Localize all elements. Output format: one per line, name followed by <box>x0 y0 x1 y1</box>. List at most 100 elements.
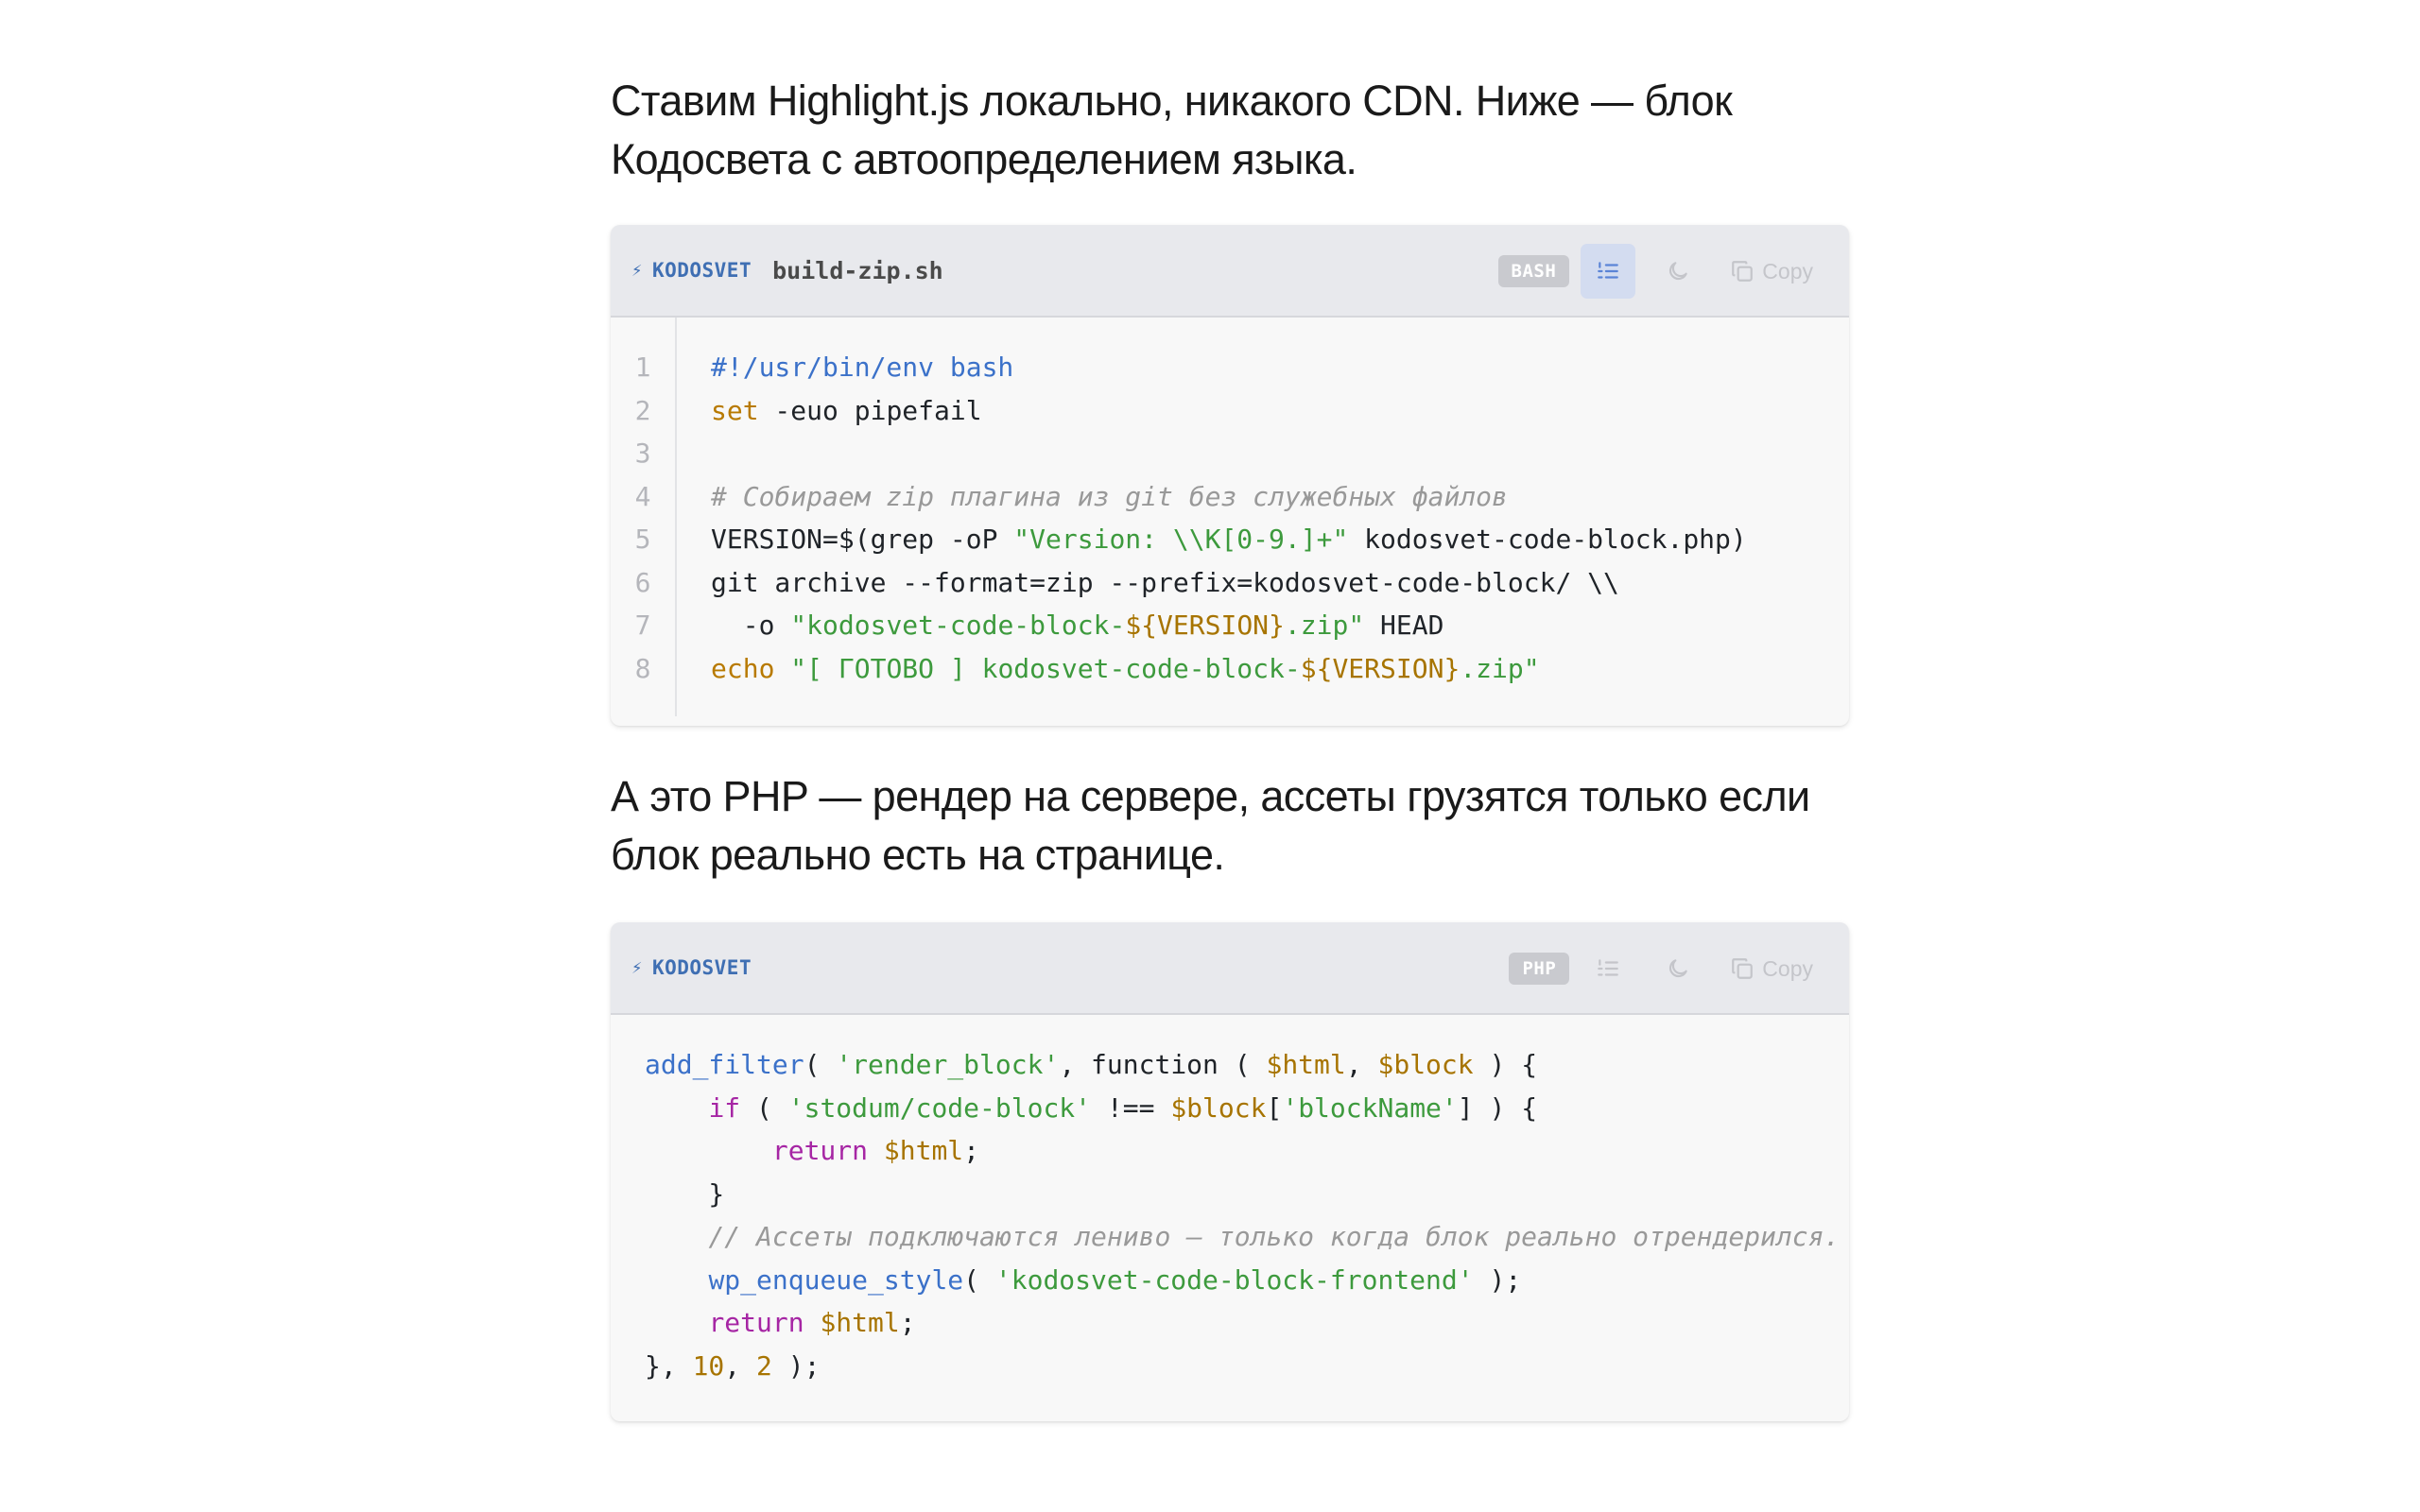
code-token: 10 <box>692 1349 725 1382</box>
line-numbers-toggle[interactable] <box>1581 941 1635 996</box>
code-token: ); <box>771 1349 821 1382</box>
theme-toggle[interactable] <box>1651 244 1705 299</box>
language-badge: PHP <box>1509 953 1570 985</box>
code-token: .zip" <box>1284 610 1365 641</box>
article-content: Ставим Highlight.js локально, никакого C… <box>611 72 1849 1421</box>
code-token: VERSION=$(grep -oP <box>711 524 1014 555</box>
code-token: "Version: \\K[0-9.]+" <box>1013 524 1349 555</box>
code-token: kodosvet-code-block.php) <box>1348 524 1747 555</box>
code-token: git archive --format=zip --prefix=kodosv… <box>711 566 1619 598</box>
code-content: add_filter( 'render_block', function ( $… <box>611 1015 1840 1414</box>
code-line: wp_enqueue_style( 'kodosvet-code-block-f… <box>645 1259 1840 1302</box>
code-line: git archive --format=zip --prefix=kodosv… <box>711 561 1747 605</box>
code-line: }, 10, 2 ); <box>645 1345 1840 1388</box>
code-token: 'stodum/code-block' <box>787 1091 1092 1124</box>
paragraph-line: Кодосвета с автоопределением языка. <box>611 135 1357 183</box>
code-token: ) { <box>1473 1049 1538 1080</box>
code-token: return <box>708 1307 804 1338</box>
code-token: ] ) { <box>1457 1091 1538 1124</box>
code-token: ; <box>899 1307 916 1338</box>
line-number: 8 <box>634 652 651 684</box>
brand-label: KODOSVET <box>651 259 752 282</box>
line-number: 1 <box>634 352 651 383</box>
copy-button[interactable]: Copy <box>1730 956 1813 982</box>
code-token: ${VERSION} <box>1300 652 1461 684</box>
line-number: 2 <box>634 394 651 426</box>
language-badge: BASH <box>1497 255 1570 287</box>
code-line: } <box>645 1173 1840 1216</box>
code-block-controls: BASH Copy <box>1497 225 1813 318</box>
code-token: $html <box>1266 1049 1346 1080</box>
code-token: wp_enqueue_style <box>708 1263 964 1296</box>
code-line: VERSION=$(grep -oP "Version: \\K[0-9.]+"… <box>711 518 1747 561</box>
code-token: ( <box>804 1049 837 1080</box>
moon-icon <box>1669 262 1688 281</box>
code-token: "[ ГОТОВО ] kodosvet-code-block- <box>790 652 1301 684</box>
code-token: "kodosvet-code-block- <box>790 610 1126 641</box>
code-token: $html <box>820 1307 900 1338</box>
copy-icon <box>1732 958 1754 979</box>
code-token: , function ( <box>1059 1049 1267 1080</box>
line-number-gutter: 1 2 3 4 5 6 7 8 <box>611 318 677 716</box>
code-area[interactable]: 1 2 3 4 5 6 7 8 #!/usr/bin/env bash set -euo pip… <box>611 318 1849 716</box>
code-area[interactable]: add_filter( 'render_block', function ( $… <box>611 1015 1849 1414</box>
line-numbers-toggle[interactable] <box>1581 244 1636 299</box>
list-ordered-icon <box>1598 959 1619 976</box>
code-token: $block <box>1377 1049 1474 1080</box>
code-token: -euo pipefail <box>758 394 982 426</box>
code-token: ( <box>740 1091 788 1124</box>
code-token: // Ассеты подключаются лениво — только к… <box>708 1221 1841 1252</box>
code-line: if ( 'stodum/code-block' !== $block['blo… <box>645 1087 1840 1130</box>
paragraph-intro: Ставим Highlight.js локально, никакого C… <box>611 72 1849 189</box>
code-token: }, <box>645 1349 693 1382</box>
code-token: $block <box>1170 1091 1267 1124</box>
code-token: add_filter <box>645 1049 804 1080</box>
code-token: return <box>771 1135 869 1166</box>
brand-label: KODOSVET <box>651 956 752 979</box>
paragraph-php: А это PHP — рендер на сервере, ассеты гр… <box>611 767 1849 885</box>
code-block-controls: PHP Copy <box>1509 922 1813 1015</box>
code-line: // Ассеты подключаются лениво — только к… <box>645 1215 1840 1259</box>
code-line: echo "[ ГОТОВО ] kodosvet-code-block-${V… <box>711 647 1747 691</box>
copy-label: Copy <box>1762 955 1813 981</box>
line-number: 7 <box>634 610 651 641</box>
code-line: return $html; <box>645 1301 1840 1345</box>
moon-icon <box>1669 959 1688 978</box>
code-token: 'blockName' <box>1282 1091 1458 1124</box>
code-content: #!/usr/bin/env bash set -euo pipefail # Со… <box>677 318 1747 716</box>
line-number: 5 <box>634 524 651 555</box>
code-line: add_filter( 'render_block', function ( $… <box>645 1043 1840 1087</box>
code-token: 'kodosvet-code-block-frontend' <box>994 1263 1474 1296</box>
code-token: #!/usr/bin/env bash <box>711 352 1014 383</box>
list-ordered-icon <box>1598 262 1619 279</box>
code-token: ( <box>963 1263 995 1296</box>
theme-toggle[interactable] <box>1651 941 1705 996</box>
code-block-bash: ⚡ KODOSVET build-zip.sh BASH Copy 1 2 3 … <box>611 225 1849 726</box>
paragraph-line: Ставим Highlight.js локально, никакого C… <box>611 77 1733 125</box>
line-number: 6 <box>634 566 651 598</box>
code-token: .zip" <box>1460 652 1540 684</box>
code-token: ); <box>1473 1263 1522 1296</box>
code-line: #!/usr/bin/env bash <box>711 346 1747 389</box>
copy-icon <box>1732 261 1754 282</box>
code-token: } <box>645 1177 725 1210</box>
code-token: $html <box>883 1135 964 1166</box>
code-line: -o "kodosvet-code-block-${VERSION}.zip" … <box>711 604 1747 647</box>
copy-button[interactable]: Copy <box>1730 259 1813 284</box>
code-token: [ <box>1266 1091 1283 1124</box>
code-token: HEAD <box>1364 610 1444 641</box>
code-token: !== <box>1091 1091 1171 1124</box>
paragraph-line: А это PHP — рендер на сервере, ассеты гр… <box>611 772 1810 820</box>
line-number: 3 <box>634 438 651 469</box>
code-token: ${VERSION} <box>1125 610 1285 641</box>
code-block-php: ⚡ KODOSVET PHP Copy add_filter('render_… <box>611 922 1849 1421</box>
code-token: set <box>711 394 759 426</box>
